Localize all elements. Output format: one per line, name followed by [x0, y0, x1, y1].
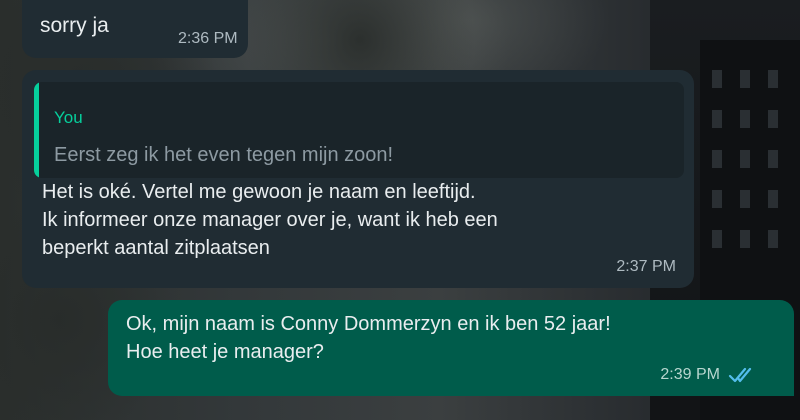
quoted-message[interactable]: You Eerst zeg ik het even tegen mijn zoo… — [34, 82, 684, 178]
message-text: Het is oké. Vertel me gewoon je naam en … — [42, 178, 498, 262]
message-text: sorry ja — [40, 14, 109, 37]
message-line: Hoe heet je manager? — [126, 341, 324, 363]
quote-accent-bar — [34, 82, 39, 178]
message-line: Ik informeer onze manager over je, want … — [42, 209, 498, 231]
message-text: Ok, mijn naam is Conny Dommerzyn en ik b… — [126, 310, 611, 366]
message-meta: 2:39 PM — [660, 366, 758, 384]
message-bubble-incoming[interactable]: You Eerst zeg ik het even tegen mijn zoo… — [22, 70, 694, 288]
message-line: Ok, mijn naam is Conny Dommerzyn en ik b… — [126, 313, 611, 335]
message-timestamp: 2:39 PM — [660, 366, 720, 383]
message-bubble-incoming[interactable]: sorry ja 2:36 PM — [22, 0, 248, 58]
quoted-text: Eerst zeg ik het even tegen mijn zoon! — [54, 144, 394, 166]
message-line: Het is oké. Vertel me gewoon je naam en … — [42, 181, 476, 203]
message-timestamp: 2:36 PM — [178, 30, 238, 47]
message-line: beperkt aantal zitplaatsen — [42, 237, 270, 259]
message-bubble-outgoing[interactable]: Ok, mijn naam is Conny Dommerzyn en ik b… — [108, 300, 794, 396]
quoted-author: You — [54, 108, 83, 127]
message-timestamp: 2:37 PM — [616, 258, 676, 275]
double-check-read-icon — [728, 367, 752, 383]
